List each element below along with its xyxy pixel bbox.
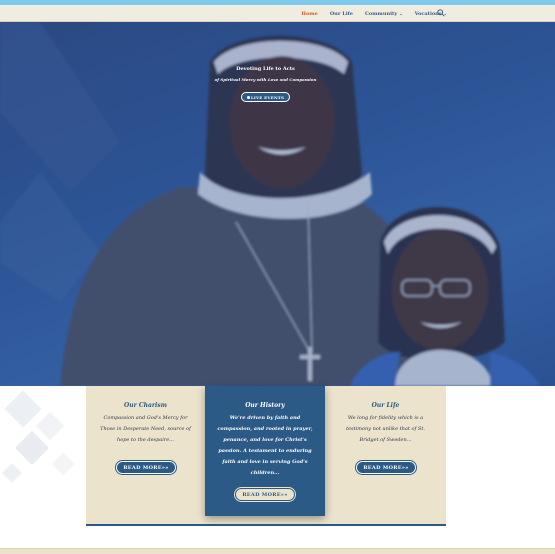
card-text-line: We're driven by faith and <box>229 415 301 421</box>
card-title: Our Life <box>371 402 400 409</box>
card-title: Our Charism <box>123 402 168 409</box>
read-more-button[interactable]: READ MORE»» <box>234 487 296 502</box>
nav-menu: Home Our Life Community ⌄ Vocations ⌄ <box>301 5 447 22</box>
card-text: Compassion and God's Mercy for Those in … <box>98 413 193 446</box>
read-more-button[interactable]: READ MORE»» <box>355 460 417 475</box>
card-text-line: children... <box>250 470 280 476</box>
card-text-line: compassion, and rooted in prayer, <box>217 426 313 432</box>
card-text-line: Bridget of Sweden... <box>359 437 412 443</box>
card-text-line: passion. A testament to enduring <box>218 448 312 454</box>
card-title: Our History <box>245 402 285 409</box>
card-text: We're driven by faith and compassion, an… <box>215 413 315 479</box>
footer-strip <box>0 548 555 554</box>
search-icon[interactable] <box>437 9 445 17</box>
hero-title: Devoting Life to Acts <box>236 66 295 72</box>
card-text-line: penance, and love for Christ's <box>223 437 307 443</box>
card-our-history: Our History We're driven by faith and co… <box>205 386 325 516</box>
read-more-button[interactable]: READ MORE»» <box>115 460 177 475</box>
main-navigation: Home Our Life Community ⌄ Vocations ⌄ <box>0 5 555 22</box>
hero-subtitle: of Spiritual Mercy with Love and Compass… <box>214 77 317 82</box>
nav-item-community[interactable]: Community ⌄ <box>365 11 403 17</box>
card-text-line: We long for fidelity which is a <box>347 415 424 421</box>
live-events-label: LIVE EVENTS <box>250 94 285 100</box>
card-our-charism: Our Charism Compassion and God's Mercy f… <box>86 386 205 524</box>
chevron-down-icon: ⌄ <box>399 11 403 16</box>
card-text-line: testimony not unlike that of St. <box>346 426 425 432</box>
live-dot-icon <box>246 95 250 99</box>
hero-banner: Devoting Life to Acts of Spiritual Mercy… <box>0 22 555 386</box>
nav-item-label: Community <box>364 10 398 17</box>
nav-item-label: Home <box>301 10 318 17</box>
card-text: We long for fidelity which is a testimon… <box>338 413 433 446</box>
decorative-pattern <box>2 390 75 483</box>
card-our-life: Our Life We long for fidelity which is a… <box>326 386 445 524</box>
card-text-line: faith and love in serving God's <box>222 459 308 465</box>
nav-item-our-life[interactable]: Our Life <box>330 11 353 17</box>
card-text-line: Compassion and God's Mercy for <box>103 415 188 421</box>
nav-item-home[interactable]: Home <box>301 11 318 17</box>
card-text-line: hope to the despaire... <box>117 437 174 443</box>
nav-item-label: Our Life <box>329 10 353 17</box>
card-text-line: Those in Desperate Need, source of <box>100 426 191 432</box>
live-events-button[interactable]: LIVE EVENTS <box>241 92 290 102</box>
